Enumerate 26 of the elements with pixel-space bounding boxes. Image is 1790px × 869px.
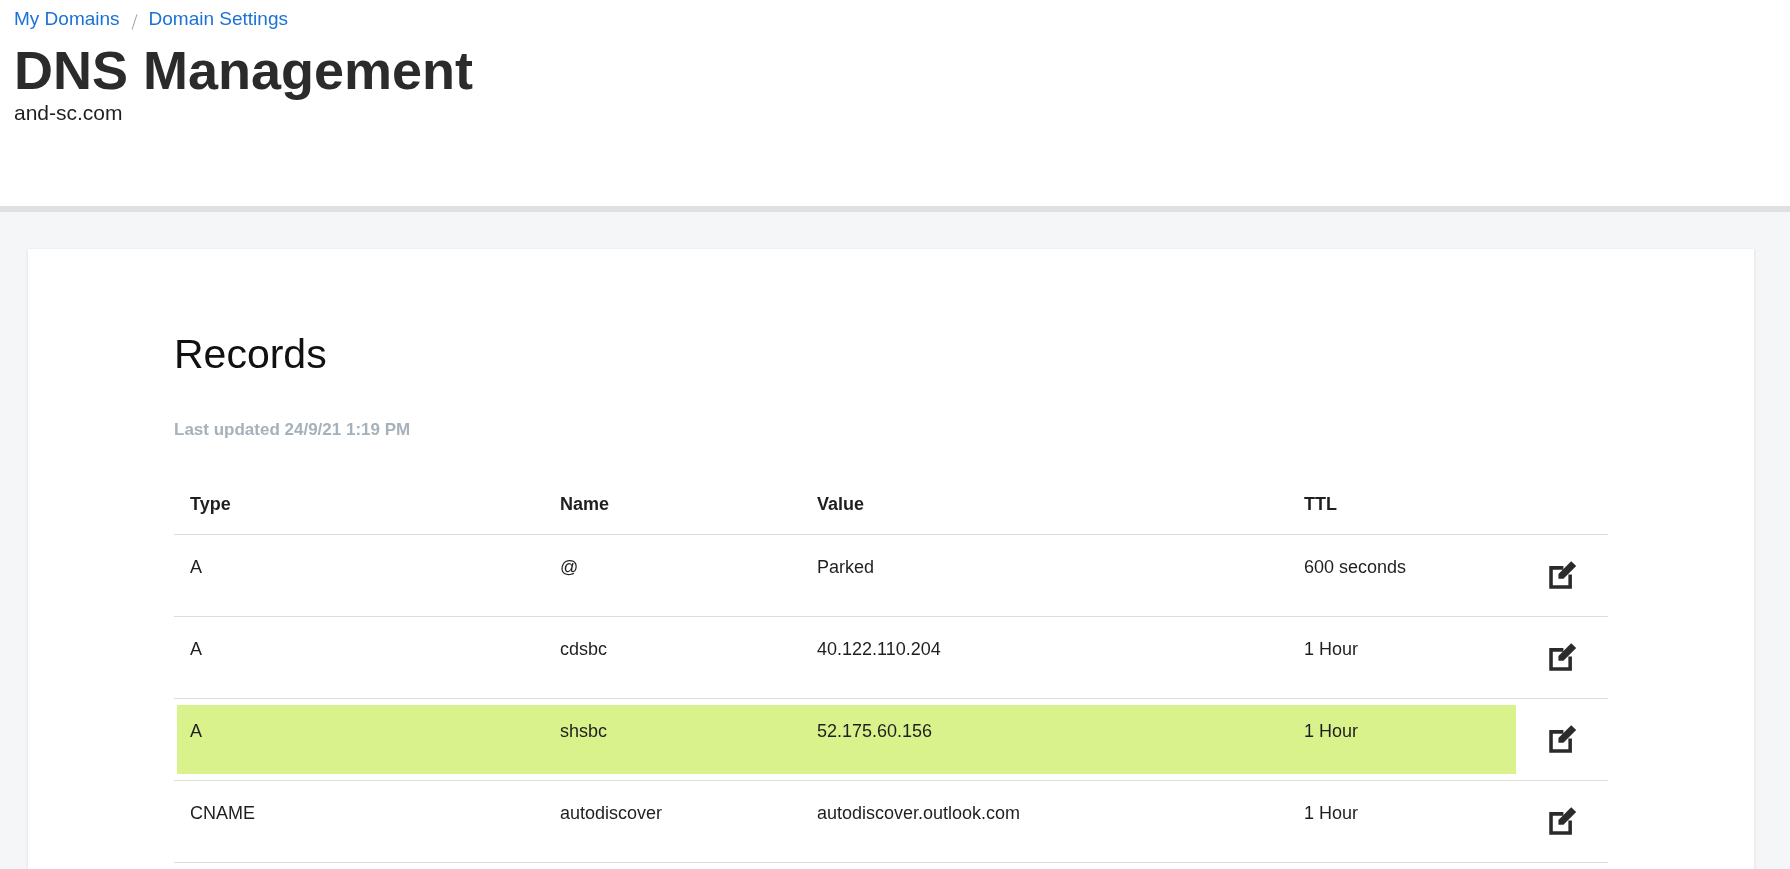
table-cell-text: 52.175.60.156: [817, 721, 934, 743]
table-cell-text: 1 Hour: [1304, 639, 1360, 661]
table-cell-text: 1 Hour: [1304, 721, 1360, 743]
table-cell-text: 600 seconds: [1304, 557, 1408, 579]
column-header: Value: [817, 493, 866, 515]
table-cell-text: 40.122.110.204: [817, 639, 942, 661]
domain-name: and-sc.com: [14, 100, 124, 125]
table-cell-text: autodiscover: [560, 803, 664, 825]
page-title: DNS Management: [14, 42, 475, 99]
table-cell-text: A: [190, 639, 203, 661]
section-title: Records: [174, 331, 328, 378]
table-cell-text: cdsbc: [560, 639, 609, 661]
table-cell-text: autodiscover.outlook.com: [817, 803, 1022, 825]
table-cell-text: CNAME: [190, 803, 256, 825]
column-header: TTL: [1304, 493, 1338, 515]
breadcrumb-link[interactable]: My Domains: [14, 8, 120, 30]
column-header: Name: [560, 493, 611, 515]
breadcrumb-link[interactable]: Domain Settings: [148, 8, 288, 30]
table-cell-text: 1 Hour: [1304, 803, 1360, 825]
last-updated-text: Last updated 24/9/21 1:19 PM: [174, 420, 412, 440]
table-cell-text: Parked: [817, 557, 876, 579]
table-cell-text: A: [190, 557, 203, 579]
column-header: Type: [190, 493, 232, 515]
table-cell-text: shsbc: [560, 721, 609, 743]
table-cell-text: @: [560, 557, 580, 579]
table-cell-text: A: [190, 721, 203, 743]
